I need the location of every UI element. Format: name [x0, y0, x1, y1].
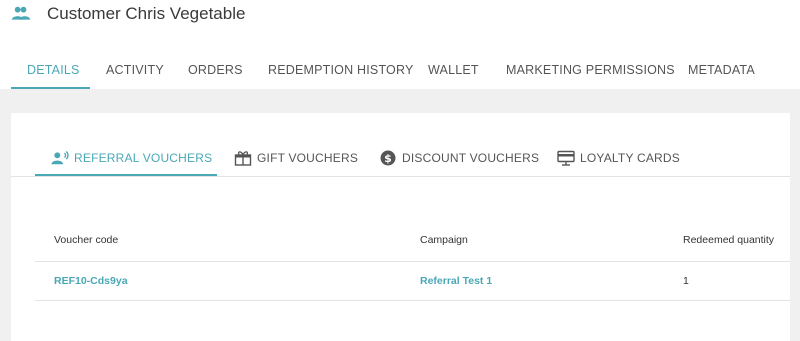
svg-text:$: $ [384, 152, 392, 165]
people-icon [11, 6, 31, 20]
tab-label: LOYALTY CARDS [580, 150, 680, 165]
voucher-tabs: REFERRAL VOUCHERS GIFT VOUCHERS $ DISCOU… [11, 139, 790, 177]
page-title: Customer Chris Vegetable [47, 4, 246, 23]
tab-activity[interactable]: ACTIVITY [106, 50, 164, 90]
tab-label: GIFT VOUCHERS [257, 150, 359, 165]
column-header-campaign: Campaign [420, 234, 468, 246]
page-header: Customer Chris Vegetable [0, 0, 800, 30]
tab-discount-vouchers[interactable]: $ DISCOUNT VOUCHERS [379, 139, 539, 176]
column-header-redeemed-quantity: Redeemed quantity [683, 234, 775, 246]
vouchers-card: REFERRAL VOUCHERS GIFT VOUCHERS $ DISCOU… [11, 113, 790, 341]
campaign-link[interactable]: Referral Test 1 [420, 275, 492, 287]
tab-loyalty-cards[interactable]: LOYALTY CARDS [557, 139, 680, 176]
column-header-voucher-code: Voucher code [54, 234, 119, 246]
tab-metadata[interactable]: METADATA [688, 50, 755, 90]
loyalty-card-icon [557, 150, 575, 166]
tab-details[interactable]: DETAILS [27, 50, 80, 90]
table-row: REF10-Cds9ya Referral Test 1 1 [35, 262, 790, 301]
main-tabs: DETAILS ACTIVITY ORDERS REDEMPTION HISTO… [0, 50, 800, 90]
referral-icon [51, 150, 69, 164]
tab-referral-vouchers[interactable]: REFERRAL VOUCHERS [51, 139, 212, 176]
active-voucher-tab-indicator [35, 174, 217, 176]
tab-wallet[interactable]: WALLET [428, 50, 479, 90]
tab-redemption-history[interactable]: REDEMPTION HISTORY [268, 50, 414, 90]
voucher-code-link[interactable]: REF10-Cds9ya [54, 275, 128, 287]
tab-marketing-permissions[interactable]: MARKETING PERMISSIONS [506, 50, 675, 90]
tab-label: REFERRAL VOUCHERS [74, 150, 213, 165]
tab-gift-vouchers[interactable]: GIFT VOUCHERS [234, 139, 358, 176]
tab-orders[interactable]: ORDERS [188, 50, 243, 90]
active-tab-indicator [11, 87, 90, 89]
tab-label: DISCOUNT VOUCHERS [402, 150, 540, 165]
redeemed-quantity-value: 1 [683, 275, 689, 287]
table-header: Voucher code Campaign Redeemed quantity [35, 221, 790, 262]
dollar-coin-icon: $ [380, 150, 396, 165]
gift-icon [234, 150, 252, 166]
vouchers-table: Voucher code Campaign Redeemed quantity … [35, 221, 790, 301]
